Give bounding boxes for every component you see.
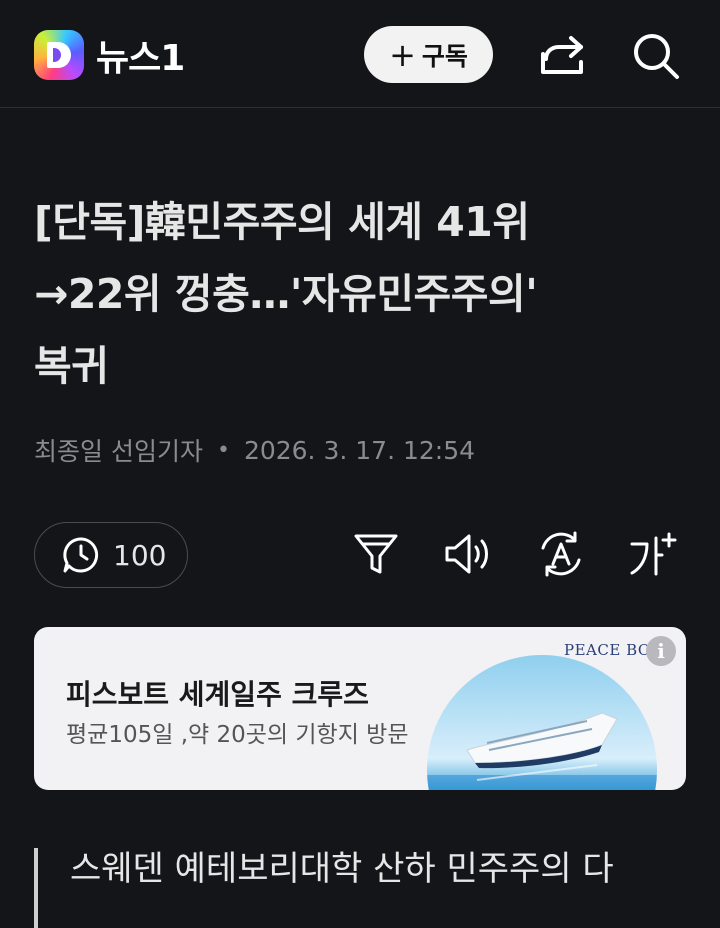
- article-byline: 최종일 선임기자 • 2026. 3. 17. 12:54: [34, 432, 475, 468]
- ad-title: 피스보트 세계일주 크루즈: [66, 678, 369, 711]
- headline-line: [단독]韓민주주의 세계 41위: [34, 198, 530, 246]
- ad-subtitle: 평균105일 ,약 20곳의 기항지 방문: [66, 722, 409, 748]
- cruise-ship-image: [427, 655, 657, 790]
- news1-logo[interactable]: 뉴스1: [34, 29, 185, 81]
- app-header: 뉴스1 + 구독: [0, 0, 720, 108]
- plus-icon: +: [389, 35, 416, 74]
- logo-text: 뉴스1: [96, 38, 185, 79]
- filter-icon[interactable]: [352, 530, 400, 578]
- headline-line: →22위 껑충…'자유민주주의': [34, 270, 538, 318]
- share-icon[interactable]: [537, 32, 587, 78]
- subscribe-button[interactable]: + 구독: [364, 26, 493, 83]
- reaction-count-button[interactable]: 100: [34, 522, 188, 588]
- byline-separator: •: [216, 437, 230, 463]
- font-size-icon[interactable]: [629, 530, 679, 578]
- article-headline: [단독]韓민주주의 세계 41위 →22위 껑충…'자유민주주의' 복귀: [34, 186, 694, 402]
- article-lead-quote: 스웨덴 예테보리대학 산하 민주주의 다: [34, 848, 686, 928]
- reaction-count: 100: [113, 538, 167, 572]
- subscribe-label: 구독: [421, 41, 468, 71]
- cruise-ship-illustration: [427, 712, 657, 790]
- publish-date: 2026. 3. 17. 12:54: [243, 435, 476, 465]
- clock-comment-icon: [63, 537, 99, 573]
- reporter-name[interactable]: 최종일 선임기자: [34, 432, 203, 468]
- headline-line: 복귀: [34, 342, 109, 390]
- ad-banner[interactable]: 피스보트 세계일주 크루즈 평균105일 ,약 20곳의 기항지 방문 PEAC…: [34, 627, 686, 790]
- ad-info-icon[interactable]: i: [646, 636, 676, 666]
- search-icon[interactable]: [630, 30, 680, 80]
- translate-icon[interactable]: [537, 530, 585, 578]
- speaker-icon[interactable]: [443, 530, 491, 578]
- logo-mark-icon: [34, 30, 84, 80]
